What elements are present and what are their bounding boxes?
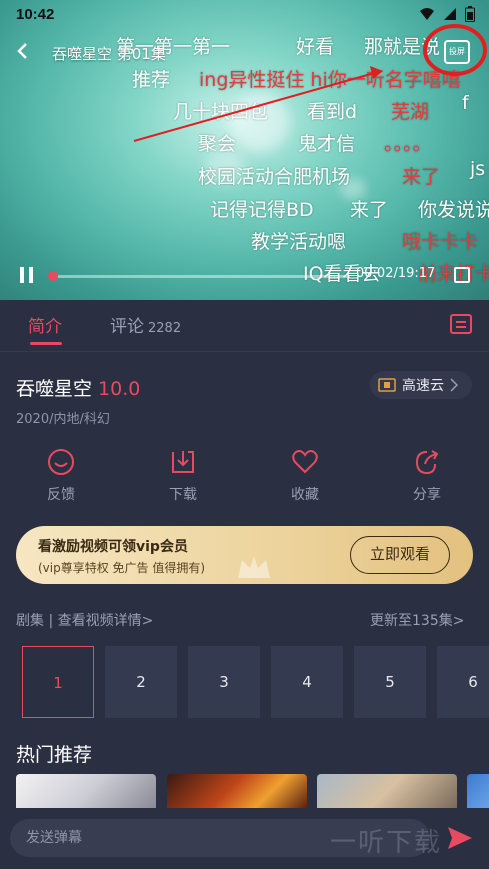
recommend-thumbnail[interactable] (467, 774, 489, 808)
danmaku-item: 哦卡卡卡 (402, 231, 479, 253)
time-readout: 00:02/19:17 (356, 266, 436, 281)
danmaku-item: 几十块四包 (173, 101, 269, 123)
danmaku-item: f (462, 92, 469, 114)
recommend-list (16, 774, 489, 808)
danmaku-item: 来了 (402, 166, 441, 188)
recommend-thumbnail[interactable] (167, 774, 307, 808)
smile-icon (48, 449, 74, 475)
danmaku-item: ing异性挺住 hi你一听名字嘻嘻 (199, 69, 461, 91)
show-score: 10.0 (98, 378, 141, 400)
pause-icon[interactable] (20, 267, 34, 283)
status-time: 10:42 (16, 5, 55, 23)
film-icon (378, 378, 396, 392)
progress-track[interactable] (50, 275, 350, 278)
source-label: 高速云 (402, 378, 444, 394)
episode-button[interactable]: 1 (22, 646, 94, 718)
share-icon (415, 450, 439, 475)
player-controls: 00:02/19:17 (0, 262, 489, 290)
detail-tabs: 简介 评论 2282 (0, 300, 489, 352)
danmaku-item: 记得记得BD (210, 199, 314, 221)
episodes-update-link[interactable]: 更新至135集> (370, 610, 464, 630)
source-selector[interactable]: 高速云 (370, 371, 472, 399)
vip-banner-subtitle: (vip尊享特权 免广告 值得拥有) (38, 561, 206, 575)
fullscreen-icon[interactable] (454, 267, 470, 283)
video-player[interactable]: 10:42 吞噬星空 第01集 投屏 第一第一第一 好看 那就是说 推荐 ing… (0, 0, 489, 300)
danmaku-item: js (470, 158, 486, 180)
feedback-label: 反馈 (47, 487, 75, 503)
wifi-icon (420, 8, 434, 20)
action-row: 反馈 下载 收藏 分享 (0, 448, 489, 508)
download-button[interactable]: 下载 (143, 448, 223, 504)
favorite-label: 收藏 (291, 487, 319, 503)
show-meta: 2020/内地/科幻 (16, 412, 110, 427)
watch-now-button[interactable]: 立即观看 (350, 536, 450, 574)
status-icons (419, 6, 475, 22)
show-title: 吞噬星空 10.0 (16, 374, 140, 401)
download-label: 下载 (169, 487, 197, 503)
vip-banner[interactable]: 看激励视频可领vip会员 (vip尊享特权 免广告 值得拥有) 立即观看 (16, 526, 473, 584)
episodes-header[interactable]: 剧集 | 查看视频详情> (16, 610, 153, 630)
cast-screen-button[interactable]: 投屏 (444, 40, 470, 64)
danmaku-item: 教学活动嗯 (251, 231, 347, 253)
heart-icon (292, 450, 318, 474)
danmaku-item: 来了 (350, 199, 389, 221)
danmaku-item: 聚会 (198, 133, 237, 155)
danmaku-item: 校园活动合肥机场 (198, 166, 351, 188)
show-name: 吞噬星空 (16, 378, 93, 400)
send-icon[interactable] (446, 825, 474, 851)
crown-icon (238, 556, 270, 578)
danmaku-item: 看到d (307, 101, 358, 123)
danmaku-item: 你发说说 (418, 199, 489, 221)
tab-intro[interactable]: 简介 (28, 312, 62, 345)
episode-list: 1 2 3 4 5 6 (22, 646, 489, 718)
recommend-title: 热门推荐 (16, 744, 93, 766)
share-button[interactable]: 分享 (387, 448, 467, 504)
bottom-bar: 发送弹幕 一听下载 (0, 808, 489, 869)
episode-button[interactable]: 3 (188, 646, 260, 718)
share-label: 分享 (413, 487, 441, 503)
back-arrow-icon[interactable] (16, 42, 36, 64)
episode-button[interactable]: 2 (105, 646, 177, 718)
chevron-right-icon (450, 378, 458, 392)
player-top-bar: 吞噬星空 第01集 投屏 (0, 38, 489, 68)
favorite-button[interactable]: 收藏 (265, 448, 345, 504)
comments-count: 2282 (148, 321, 182, 336)
download-icon (172, 451, 194, 473)
feedback-button[interactable]: 反馈 (21, 448, 101, 504)
watermark: 一听下载 (330, 828, 443, 858)
episode-button[interactable]: 6 (437, 646, 489, 718)
recommend-thumbnail[interactable] (317, 774, 457, 808)
signal-icon (444, 8, 456, 20)
video-title: 吞噬星空 第01集 (52, 45, 166, 63)
danmaku-item: 推荐 (132, 69, 171, 91)
battery-icon (465, 6, 475, 22)
danmaku-item: 。。。。 (384, 133, 432, 155)
status-bar: 10:42 (0, 0, 489, 28)
danmaku-item: 鬼才信 (298, 133, 356, 155)
vip-banner-title: 看激励视频可领vip会员 (38, 539, 188, 555)
tab-comments[interactable]: 评论 2282 (110, 312, 181, 337)
recommend-thumbnail[interactable] (16, 774, 156, 808)
danmaku-item: 芜湖 (391, 101, 430, 123)
message-icon[interactable] (450, 314, 472, 334)
progress-knob[interactable] (48, 271, 58, 281)
tab-comments-label: 评论 (110, 317, 144, 337)
episode-button[interactable]: 4 (271, 646, 343, 718)
episode-button[interactable]: 5 (354, 646, 426, 718)
